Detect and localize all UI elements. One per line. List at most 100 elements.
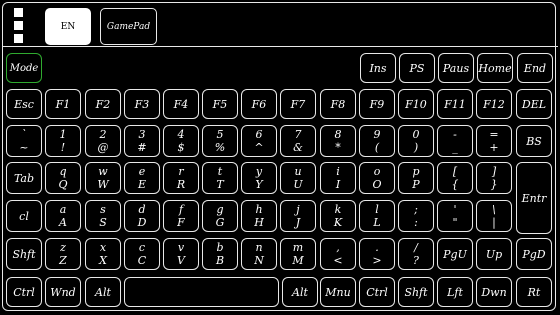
key-up[interactable]: Up bbox=[476, 238, 512, 270]
key-alt-right[interactable]: Alt bbox=[282, 277, 318, 307]
key-esc[interactable]: Esc bbox=[6, 89, 42, 119]
key-top-char: f bbox=[178, 202, 184, 216]
key-letter[interactable]: oO bbox=[359, 162, 395, 194]
key-letter[interactable]: . > bbox=[359, 238, 395, 270]
key-wnd[interactable]: Wnd bbox=[45, 277, 81, 307]
key-del[interactable]: DEL bbox=[516, 89, 552, 119]
key-num[interactable]: 0) bbox=[398, 125, 434, 157]
key-letter[interactable]: hH bbox=[241, 200, 277, 232]
key-space[interactable] bbox=[124, 277, 279, 307]
key-f3[interactable]: F3 bbox=[124, 89, 160, 119]
key-letter[interactable]: aA bbox=[45, 200, 81, 232]
key-top-char: j bbox=[296, 202, 300, 216]
key-letter[interactable]: fF bbox=[163, 200, 199, 232]
key-num[interactable]: 6 ^ bbox=[241, 125, 277, 157]
key-letter[interactable]: xX bbox=[85, 238, 121, 270]
key-top-char: 5 bbox=[216, 127, 224, 141]
key-letter[interactable]: wW bbox=[85, 162, 121, 194]
key-f4[interactable]: F4 bbox=[163, 89, 199, 119]
tab-gamepad[interactable]: GamePad bbox=[100, 8, 157, 45]
key-letter[interactable]: ]} bbox=[476, 162, 512, 194]
key-top-char: , bbox=[336, 240, 340, 254]
key-letter[interactable]: dD bbox=[124, 200, 160, 232]
key-letter[interactable]: /? bbox=[398, 238, 434, 270]
key-letter[interactable]: , < bbox=[320, 238, 356, 270]
key-letter[interactable]: nN bbox=[241, 238, 277, 270]
key-num[interactable]: ` ~ bbox=[6, 125, 42, 157]
key-ps[interactable]: PS bbox=[399, 53, 435, 83]
tab-en[interactable]: EN bbox=[45, 8, 91, 45]
key-f9[interactable]: F9 bbox=[359, 89, 395, 119]
key-letter[interactable]: vV bbox=[163, 238, 199, 270]
key-bs[interactable]: BS bbox=[516, 125, 552, 157]
key-letter[interactable]: lL bbox=[359, 200, 395, 232]
key-ctrl-right[interactable]: Ctrl bbox=[359, 277, 395, 307]
key-end[interactable]: End bbox=[517, 53, 553, 83]
key-letter[interactable]: ' " bbox=[437, 200, 473, 232]
key-shift-right[interactable]: Shft bbox=[398, 277, 434, 307]
key-f11[interactable]: F11 bbox=[437, 89, 473, 119]
key-pgdn[interactable]: PgD bbox=[516, 238, 552, 270]
key-f1[interactable]: F1 bbox=[45, 89, 81, 119]
key-top-char: z bbox=[60, 240, 66, 254]
key-num[interactable]: 9( bbox=[359, 125, 395, 157]
key-num[interactable]: = + bbox=[476, 125, 512, 157]
key-left[interactable]: Lft bbox=[437, 277, 473, 307]
key-letter[interactable]: mM bbox=[280, 238, 316, 270]
key-letter[interactable]: zZ bbox=[45, 238, 81, 270]
key-f12[interactable]: F12 bbox=[476, 89, 512, 119]
key-letter[interactable]: iI bbox=[320, 162, 356, 194]
key-f10[interactable]: F10 bbox=[398, 89, 434, 119]
key-num[interactable]: 7 & bbox=[280, 125, 316, 157]
key-f8[interactable]: F8 bbox=[320, 89, 356, 119]
menu-square-icon[interactable] bbox=[14, 8, 23, 17]
key-pgup[interactable]: PgU bbox=[437, 238, 473, 270]
key-ins[interactable]: Ins bbox=[360, 53, 396, 83]
key-tab[interactable]: Tab bbox=[6, 162, 42, 194]
key-enter[interactable]: Entr bbox=[516, 162, 552, 234]
key-capslock[interactable]: cl bbox=[6, 200, 42, 232]
key-ctrl-left[interactable]: Ctrl bbox=[6, 277, 42, 307]
key-letter[interactable]: pP bbox=[398, 162, 434, 194]
key-num[interactable]: 2 @ bbox=[85, 125, 121, 157]
key-home[interactable]: Home bbox=[477, 53, 513, 83]
menu-square-icon[interactable] bbox=[14, 21, 23, 30]
key-letter[interactable]: \ | bbox=[476, 200, 512, 232]
key-num[interactable]: 3 # bbox=[124, 125, 160, 157]
key-f2[interactable]: F2 bbox=[85, 89, 121, 119]
key-num[interactable]: - _ bbox=[437, 125, 473, 157]
key-paus[interactable]: Paus bbox=[438, 53, 474, 83]
key-num[interactable]: 4 $ bbox=[163, 125, 199, 157]
key-num[interactable]: 5% bbox=[202, 125, 238, 157]
key-letter[interactable]: rR bbox=[163, 162, 199, 194]
key-num[interactable]: 1! bbox=[45, 125, 81, 157]
key-letter[interactable]: ;: bbox=[398, 200, 434, 232]
key-shift-left[interactable]: Shft bbox=[6, 238, 42, 270]
key-letter[interactable]: cC bbox=[124, 238, 160, 270]
key-letter[interactable]: tT bbox=[202, 162, 238, 194]
key-letter[interactable]: uU bbox=[280, 162, 316, 194]
key-num[interactable]: 8 * bbox=[320, 125, 356, 157]
key-letter[interactable]: sS bbox=[85, 200, 121, 232]
key-mode[interactable]: Mode bbox=[6, 53, 42, 83]
key-f7[interactable]: F7 bbox=[280, 89, 316, 119]
key-letter[interactable]: yY bbox=[241, 162, 277, 194]
key-letter[interactable]: eE bbox=[124, 162, 160, 194]
key-letter[interactable]: bB bbox=[202, 238, 238, 270]
key-top-char: 6 bbox=[255, 127, 263, 141]
key-top-char: [ bbox=[452, 164, 458, 178]
key-f6[interactable]: F6 bbox=[241, 89, 277, 119]
key-letter[interactable]: qQ bbox=[45, 162, 81, 194]
key-right[interactable]: Rt bbox=[516, 277, 552, 307]
menu-square-icon[interactable] bbox=[14, 34, 23, 43]
key-letter[interactable]: jJ bbox=[280, 200, 316, 232]
key-letter[interactable]: kK bbox=[320, 200, 356, 232]
key-mnu[interactable]: Mnu bbox=[320, 277, 356, 307]
key-alt-left[interactable]: Alt bbox=[85, 277, 121, 307]
key-f5[interactable]: F5 bbox=[202, 89, 238, 119]
key-letter[interactable]: gG bbox=[202, 200, 238, 232]
key-letter[interactable]: [{ bbox=[437, 162, 473, 194]
key-bottom-char: V bbox=[177, 253, 185, 267]
key-down[interactable]: Dwn bbox=[476, 277, 512, 307]
key-bottom-char: ? bbox=[413, 253, 419, 267]
